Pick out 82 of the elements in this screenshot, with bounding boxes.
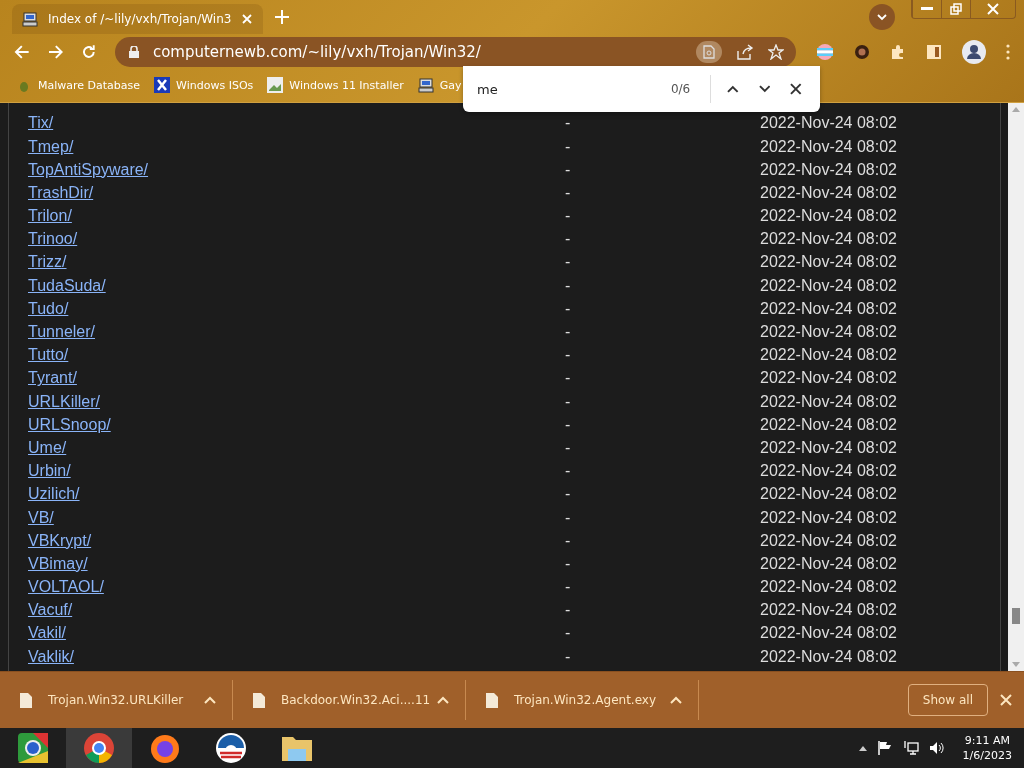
date-cell: 2022-Nov-24 08:02 [760, 369, 897, 388]
date-cell: 2022-Nov-24 08:02 [760, 438, 897, 457]
folder-link[interactable]: Tutto/ [28, 346, 565, 365]
size-cell-text: - [565, 137, 572, 156]
folder-link[interactable]: TrashDir/ [28, 183, 565, 202]
folder-link[interactable]: Tudo/ [28, 299, 565, 318]
date-cell: 2022-Nov-24 08:02 [760, 323, 897, 341]
size-cell-text: - [565, 207, 572, 226]
size-cell-text: - [565, 578, 572, 597]
download-item[interactable]: Backdoor.Win32.Aci....11 [233, 680, 466, 721]
date-cell: 2022-Nov-24 08:02 [760, 531, 897, 550]
match-count: 0/6 [670, 82, 691, 96]
folder-link[interactable]: Trinoo/ [28, 230, 565, 249]
date-cell: 2022-Nov-24 08:02 [760, 276, 897, 295]
date-cell: 2022-Nov-24 08:02 [760, 647, 897, 666]
folder-link[interactable]: Tyrant/ [28, 369, 565, 388]
date-cell: 2022-Nov-24 08:02 [760, 462, 897, 481]
folder-link[interactable]: TopAntiSpyware/ [28, 160, 565, 179]
size-cell-text: - [565, 299, 572, 318]
date-cell: 2022-Nov-24 08:02 [760, 415, 897, 434]
date-cell: 2022-Nov-24 08:02 [760, 160, 897, 179]
url-text: computernewb.com/~lily/vxh/Trojan/Win32/ [152, 43, 481, 61]
folder-link[interactable]: URLSnoop/ [28, 415, 565, 434]
folder-link[interactable]: VOLTAOL/ [28, 578, 565, 597]
tab-title: Index of /~lily/vxh/Trojan/Win3 [48, 12, 232, 26]
date-cell: 2022-Nov-24 08:02 [760, 624, 897, 643]
size-cell-text: - [565, 485, 572, 504]
size-cell-text: - [565, 601, 572, 620]
size-cell-text: - [565, 323, 572, 341]
clock[interactable]: 9:11 AM 1/6/2023 [962, 733, 1012, 763]
date-cell: 2022-Nov-24 08:02 [760, 485, 897, 504]
size-cell-text: - [565, 369, 572, 388]
folder-link[interactable]: Tmep/ [28, 137, 565, 156]
date-cell: 2022-Nov-24 08:02 [760, 554, 897, 573]
folder-link[interactable]: VB/ [28, 508, 565, 527]
date-cell: 2022-Nov-24 08:02 [760, 183, 897, 202]
size-cell-text: - [565, 253, 572, 272]
folder-link[interactable]: URLKiller/ [28, 392, 565, 411]
show-all-button[interactable]: Show all [907, 684, 988, 717]
date-cell: 2022-Nov-24 08:02 [760, 578, 897, 597]
size-cell-text: - [565, 392, 572, 411]
folder-link[interactable]: Uzilich/ [28, 485, 565, 504]
size-cell-text: - [565, 415, 572, 434]
size-cell-text: - [565, 624, 572, 643]
date-cell: 2022-Nov-24 08:02 [760, 207, 897, 226]
folder-link[interactable]: Vakil/ [28, 624, 565, 643]
folder-link[interactable]: TudaSuda/ [28, 276, 565, 295]
size-cell-text: - [565, 531, 572, 550]
folder-link[interactable]: VBKrypt/ [28, 531, 565, 550]
size-cell-text: - [565, 462, 572, 481]
download-item[interactable]: Trojan.Win32.Agent.exy [466, 680, 699, 721]
date-cell: 2022-Nov-24 08:02 [760, 601, 897, 620]
browser-tab[interactable]: Index of /~lily/vxh/Trojan/Win3 [12, 4, 264, 34]
size-cell-text: - [565, 183, 572, 202]
size-cell-text: - [565, 230, 572, 249]
date-cell: 2022-Nov-24 08:02 [760, 230, 897, 249]
size-cell-text: - [565, 438, 572, 457]
folder-link[interactable]: Urbin/ [28, 462, 565, 481]
date-cell: 2022-Nov-24 08:02 [760, 392, 897, 411]
date-cell: 2022-Nov-24 08:02 [760, 346, 897, 365]
size-cell-text: - [565, 114, 572, 133]
folder-link[interactable]: Ume/ [28, 438, 565, 457]
folder-link[interactable]: Tix/ [28, 114, 565, 133]
size-cell-text: - [565, 160, 572, 179]
size-cell-text: - [565, 346, 572, 365]
folder-link[interactable]: Tunneler/ [28, 323, 565, 341]
folder-link[interactable]: VBimay/ [28, 554, 565, 573]
date-cell: 2022-Nov-24 08:02 [760, 508, 897, 527]
size-cell-text: - [565, 647, 572, 666]
date-cell: 2022-Nov-24 08:02 [760, 253, 897, 272]
date-cell: 2022-Nov-24 08:02 [760, 137, 897, 156]
folder-link[interactable]: Trizz/ [28, 253, 565, 272]
date-cell: 2022-Nov-24 08:02 [760, 114, 897, 133]
size-cell-text: - [565, 554, 572, 573]
address-bar[interactable]: computernewb.com/~lily/vxh/Trojan/Win32/ [114, 37, 796, 67]
folder-link[interactable]: Vacuf/ [28, 601, 565, 620]
folder-link[interactable]: Trilon/ [28, 207, 565, 226]
date-cell: 2022-Nov-24 08:02 [760, 299, 897, 318]
size-cell-text: - [565, 508, 572, 527]
download-item[interactable]: Trojan.Win32.URLKiller [0, 680, 233, 721]
size-cell-text: - [565, 276, 572, 295]
folder-link[interactable]: Vaklik/ [28, 647, 565, 666]
